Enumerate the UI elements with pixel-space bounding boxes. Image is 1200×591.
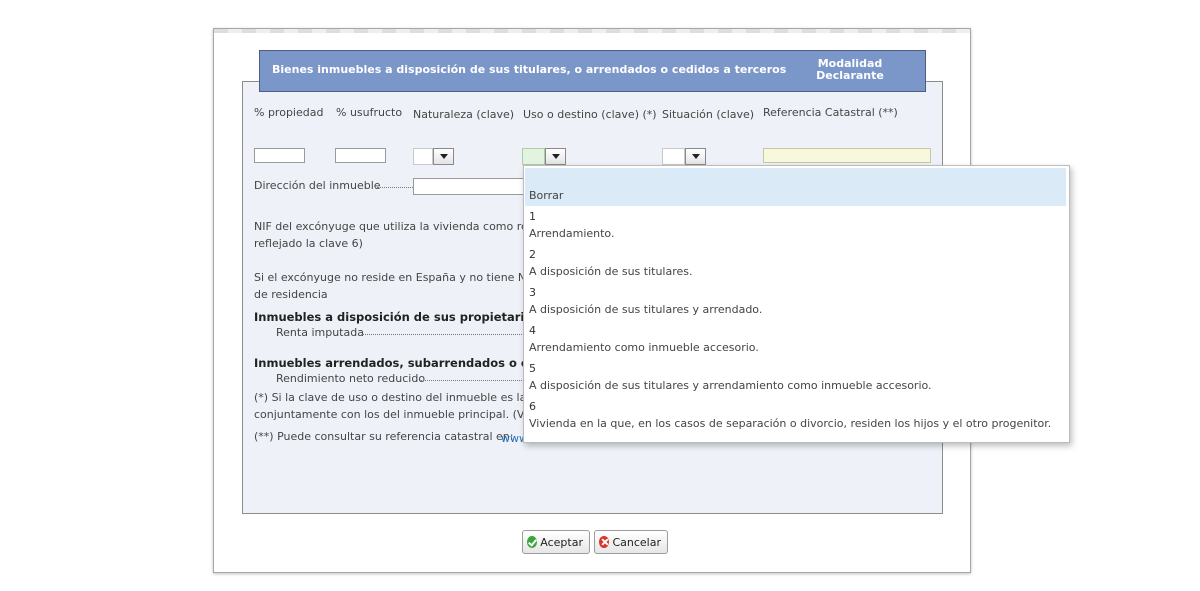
option-code: 1 bbox=[529, 210, 536, 223]
naturaleza-label: Naturaleza (clave) bbox=[413, 108, 515, 121]
dialog-top-strip bbox=[214, 29, 970, 33]
mode-label: Modalidad Declarante bbox=[795, 58, 905, 82]
option-text: Vivienda en la que, en los casos de sepa… bbox=[529, 417, 1052, 430]
dropdown-option-borrar[interactable]: Borrar bbox=[525, 168, 1066, 206]
dropdown-option-1[interactable]: 1 Arrendamiento. bbox=[525, 206, 1066, 244]
note-1-line-2: conjuntamente con los del inmueble princ… bbox=[254, 408, 538, 421]
dropdown-option-6[interactable]: 6 Vivienda en la que, en los casos de se… bbox=[525, 396, 1066, 434]
option-code: 2 bbox=[529, 248, 536, 261]
cancel-label: Cancelar bbox=[612, 535, 661, 549]
situacion-value[interactable] bbox=[662, 148, 685, 165]
nif-text-2: reflejado la clave 6) bbox=[254, 237, 363, 250]
option-code: 3 bbox=[529, 286, 536, 299]
note-2: (**) Puede consultar su referencia catas… bbox=[254, 430, 514, 443]
section-title: Bienes inmuebles a disposición de sus ti… bbox=[272, 63, 787, 76]
note-1-line-1: (*) Si la clave de uso o destino del inm… bbox=[254, 391, 548, 404]
dropdown-option-3[interactable]: 3 A disposición de sus titulares y arren… bbox=[525, 282, 1066, 320]
naturaleza-select[interactable] bbox=[413, 148, 454, 165]
option-code: 6 bbox=[529, 400, 536, 413]
uso-label: Uso o destino (clave) (*) bbox=[523, 108, 657, 121]
chevron-down-icon[interactable] bbox=[433, 148, 454, 165]
chevron-down-icon[interactable] bbox=[685, 148, 706, 165]
referencia-label: Referencia Catastral (**) bbox=[763, 106, 898, 119]
direccion-label: Dirección del inmueble bbox=[254, 179, 381, 192]
dropdown-option-5[interactable]: 5 A disposición de sus titulares y arren… bbox=[525, 358, 1066, 396]
option-text: Arrendamiento. bbox=[529, 227, 615, 240]
accept-label: Aceptar bbox=[540, 535, 583, 549]
leader-dots bbox=[377, 187, 413, 188]
direccion-input[interactable] bbox=[413, 178, 528, 195]
section-header: Bienes inmuebles a disposición de sus ti… bbox=[259, 50, 926, 92]
option-text: A disposición de sus titulares y arrenda… bbox=[529, 379, 932, 392]
option-text: A disposición de sus titulares. bbox=[529, 265, 693, 278]
usufructo-input[interactable] bbox=[335, 148, 386, 163]
propiedad-label: % propiedad bbox=[254, 106, 324, 119]
nif-text-1: NIF del excónyuge que utiliza la viviend… bbox=[254, 220, 544, 233]
situacion-label: Situación (clave) bbox=[662, 108, 755, 121]
situacion-select[interactable] bbox=[662, 148, 706, 165]
nonres-text-1: Si el excónyuge no reside en España y no… bbox=[254, 271, 546, 284]
cancel-button[interactable]: Cancelar bbox=[594, 530, 668, 554]
option-text: A disposición de sus titulares y arrenda… bbox=[529, 303, 763, 316]
dropdown-option-2[interactable]: 2 A disposición de sus titulares. bbox=[525, 244, 1066, 282]
leader-dots bbox=[362, 334, 524, 335]
chevron-down-icon[interactable] bbox=[545, 148, 566, 165]
check-icon bbox=[527, 536, 538, 548]
usufructo-label: % usufructo bbox=[336, 106, 403, 119]
rendimiento-label: Rendimiento neto reducido bbox=[276, 372, 426, 385]
naturaleza-value[interactable] bbox=[413, 148, 433, 165]
close-icon bbox=[599, 536, 610, 548]
mode-line-2: Declarante bbox=[816, 69, 884, 82]
uso-dropdown-list[interactable]: Borrar 1 Arrendamiento. 2 A disposición … bbox=[523, 165, 1070, 443]
uso-select[interactable] bbox=[522, 148, 566, 165]
option-code: 4 bbox=[529, 324, 536, 337]
renta-label: Renta imputada bbox=[276, 326, 364, 339]
option-text: Arrendamiento como inmueble accesorio. bbox=[529, 341, 759, 354]
referencia-input[interactable] bbox=[763, 148, 931, 163]
nonres-text-2: de residencia bbox=[254, 288, 328, 301]
option-text: Borrar bbox=[529, 189, 564, 202]
uso-value[interactable] bbox=[522, 148, 545, 165]
propiedad-input[interactable] bbox=[254, 148, 305, 163]
leader-dots bbox=[421, 380, 524, 381]
option-code: 5 bbox=[529, 362, 536, 375]
accept-button[interactable]: Aceptar bbox=[522, 530, 590, 554]
dropdown-option-4[interactable]: 4 Arrendamiento como inmueble accesorio. bbox=[525, 320, 1066, 358]
